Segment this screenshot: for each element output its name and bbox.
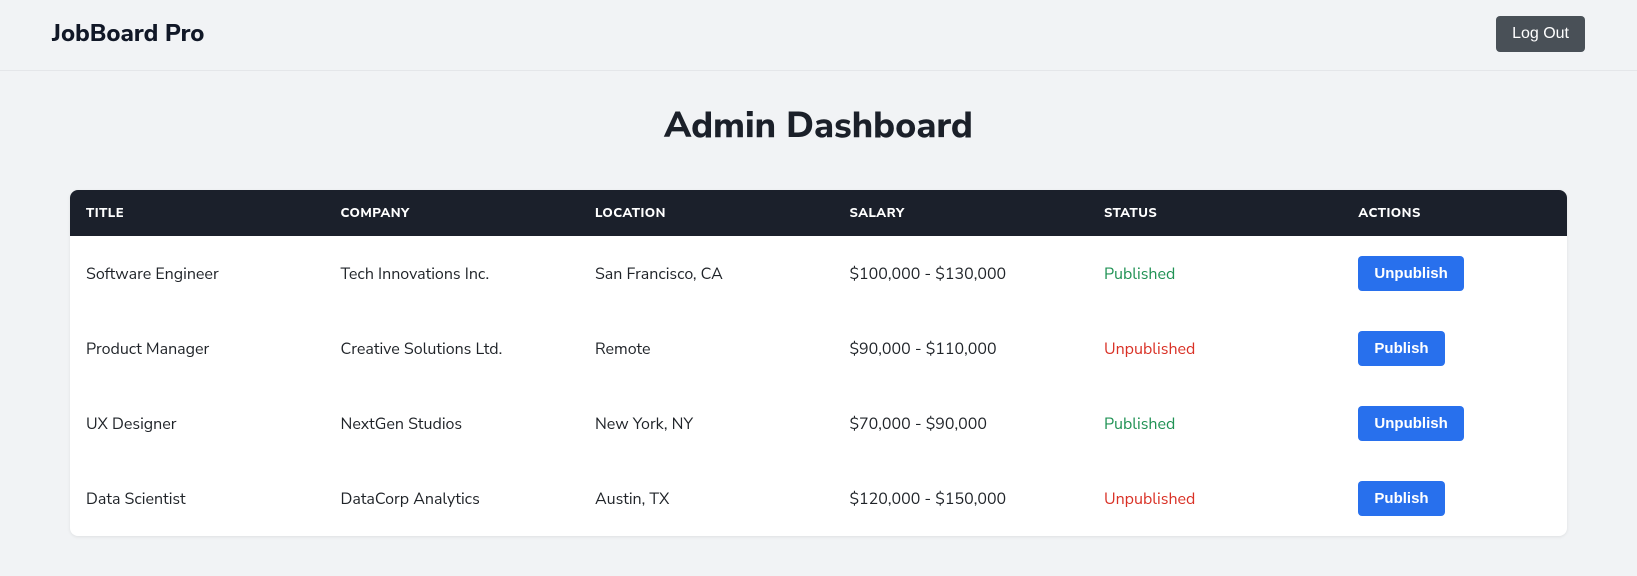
cell-title: UX Designer — [70, 386, 324, 461]
cell-location: San Francisco, CA — [579, 236, 833, 311]
cell-company: Tech Innovations Inc. — [324, 236, 578, 311]
col-header-company: COMPANY — [324, 190, 578, 236]
cell-location: Remote — [579, 311, 833, 386]
cell-location: Austin, TX — [579, 461, 833, 536]
cell-status: Published — [1088, 386, 1342, 461]
status-badge: Published — [1104, 413, 1175, 435]
publish-button[interactable]: Publish — [1358, 481, 1444, 516]
header-bar: JobBoard Pro Log Out — [0, 0, 1637, 71]
cell-company: DataCorp Analytics — [324, 461, 578, 536]
unpublish-button[interactable]: Unpublish — [1358, 256, 1463, 291]
cell-status: Unpublished — [1088, 311, 1342, 386]
table-header-row: TITLE COMPANY LOCATION SALARY STATUS ACT… — [70, 190, 1567, 236]
table-row: UX DesignerNextGen StudiosNew York, NY$7… — [70, 386, 1567, 461]
status-badge: Unpublished — [1104, 488, 1195, 510]
cell-location: New York, NY — [579, 386, 833, 461]
publish-button[interactable]: Publish — [1358, 331, 1444, 366]
cell-salary: $70,000 - $90,000 — [833, 386, 1087, 461]
cell-status: Unpublished — [1088, 461, 1342, 536]
logout-button[interactable]: Log Out — [1496, 16, 1585, 52]
col-header-title: TITLE — [70, 190, 324, 236]
col-header-status: STATUS — [1088, 190, 1342, 236]
status-badge: Unpublished — [1104, 338, 1195, 360]
page-title: Admin Dashboard — [70, 101, 1567, 150]
cell-company: NextGen Studios — [324, 386, 578, 461]
col-header-location: LOCATION — [579, 190, 833, 236]
brand-title: JobBoard Pro — [52, 18, 204, 50]
col-header-actions: ACTIONS — [1342, 190, 1567, 236]
col-header-salary: SALARY — [833, 190, 1087, 236]
table-row: Software EngineerTech Innovations Inc.Sa… — [70, 236, 1567, 311]
jobs-table: TITLE COMPANY LOCATION SALARY STATUS ACT… — [70, 190, 1567, 536]
cell-company: Creative Solutions Ltd. — [324, 311, 578, 386]
status-badge: Published — [1104, 263, 1175, 285]
cell-title: Data Scientist — [70, 461, 324, 536]
cell-actions: Unpublish — [1342, 236, 1567, 311]
cell-actions: Unpublish — [1342, 386, 1567, 461]
table-row: Product ManagerCreative Solutions Ltd.Re… — [70, 311, 1567, 386]
jobs-table-card: TITLE COMPANY LOCATION SALARY STATUS ACT… — [70, 190, 1567, 536]
cell-title: Software Engineer — [70, 236, 324, 311]
cell-status: Published — [1088, 236, 1342, 311]
cell-salary: $90,000 - $110,000 — [833, 311, 1087, 386]
page-content: Admin Dashboard TITLE COMPANY LOCATION S… — [0, 71, 1637, 576]
cell-actions: Publish — [1342, 311, 1567, 386]
cell-salary: $100,000 - $130,000 — [833, 236, 1087, 311]
cell-actions: Publish — [1342, 461, 1567, 536]
table-row: Data ScientistDataCorp AnalyticsAustin, … — [70, 461, 1567, 536]
cell-salary: $120,000 - $150,000 — [833, 461, 1087, 536]
unpublish-button[interactable]: Unpublish — [1358, 406, 1463, 441]
cell-title: Product Manager — [70, 311, 324, 386]
